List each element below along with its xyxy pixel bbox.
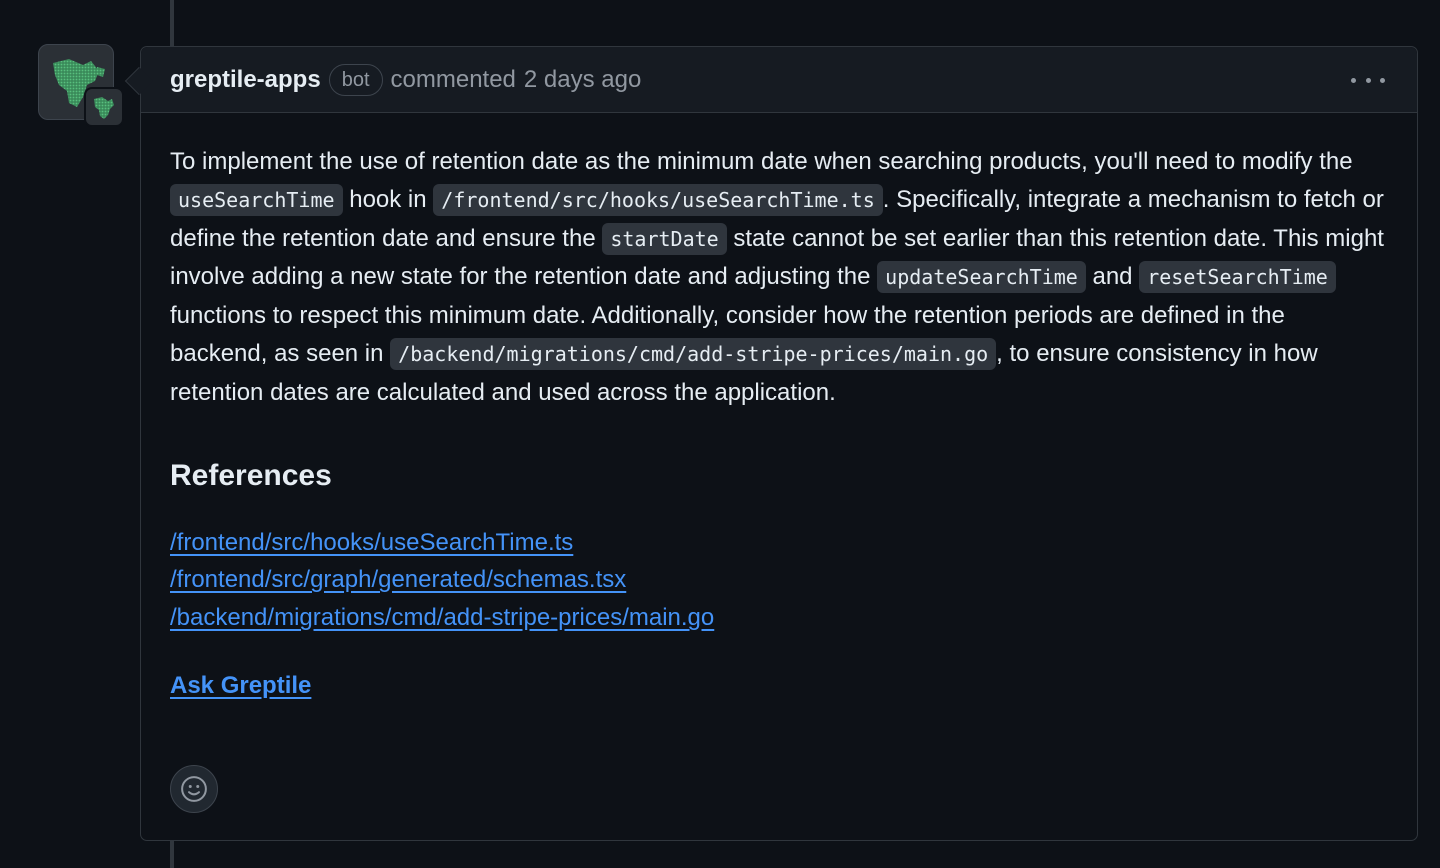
reference-link[interactable]: /backend/migrations/cmd/add-stripe-price… — [170, 599, 1387, 637]
body-text: hook in — [342, 185, 434, 213]
comment-paragraph: To implement the use of retention date a… — [170, 143, 1387, 412]
comment-header: greptile-apps bot commented 2 days ago — [141, 47, 1417, 113]
smiley-icon — [181, 776, 207, 802]
inline-code: startDate — [602, 222, 727, 255]
references-list: /frontend/src/hooks/useSearchTime.ts /fr… — [170, 524, 1387, 637]
reference-link[interactable]: /frontend/src/hooks/useSearchTime.ts — [170, 524, 1387, 562]
body-text: and — [1085, 263, 1140, 291]
app-badge-icon — [94, 97, 114, 119]
references-heading: References — [170, 458, 332, 492]
inline-code: resetSearchTime — [1139, 261, 1336, 294]
comment-body: To implement the use of retention date a… — [141, 113, 1417, 705]
body-text: To implement the use of retention date a… — [170, 148, 1353, 175]
bot-badge: bot — [328, 63, 383, 96]
inline-code: updateSearchTime — [877, 261, 1086, 294]
comment-container: greptile-apps bot commented 2 days ago T… — [140, 46, 1418, 841]
app-badge-avatar — [84, 87, 124, 127]
inline-code: /backend/migrations/cmd/add-stripe-price… — [390, 337, 997, 370]
inline-code: /frontend/src/hooks/useSearchTime.ts — [433, 183, 883, 216]
timeline-line-top — [170, 0, 174, 46]
ask-greptile-link[interactable]: Ask Greptile — [170, 667, 311, 705]
kebab-horizontal-icon[interactable] — [1351, 69, 1385, 91]
timestamp-link[interactable]: 2 days ago — [524, 66, 641, 94]
timeline-line-bottom — [170, 840, 174, 868]
author-link[interactable]: greptile-apps — [170, 66, 321, 94]
add-reaction-button[interactable] — [170, 765, 218, 813]
reference-link[interactable]: /frontend/src/graph/generated/schemas.ts… — [170, 561, 1387, 599]
action-text: commented — [390, 65, 516, 93]
inline-code: useSearchTime — [170, 183, 343, 216]
